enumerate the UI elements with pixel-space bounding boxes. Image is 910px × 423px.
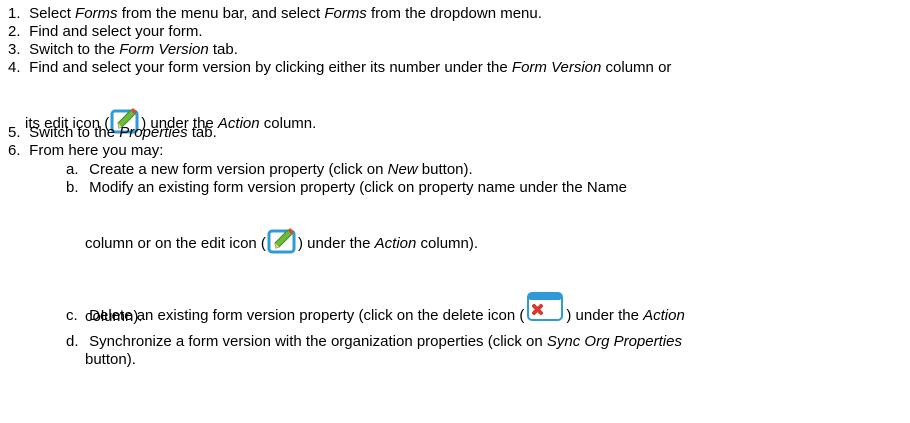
substep-d-continuation: button). bbox=[85, 351, 136, 368]
step-5: 5. Switch to the Properties tab. bbox=[8, 124, 217, 141]
step-2: 2. Find and select your form. bbox=[8, 23, 203, 40]
substep-letter: a. bbox=[66, 161, 79, 178]
substep-b-continuation: column or on the edit icon () under the … bbox=[85, 226, 478, 259]
substep-letter: d. bbox=[66, 333, 79, 350]
substep-d: d. Synchronize a form version with the o… bbox=[66, 333, 682, 350]
substep-c: c. Delete an existing form version prope… bbox=[66, 290, 685, 327]
substep-letter: b. bbox=[66, 179, 79, 196]
step-number: 2. bbox=[8, 23, 21, 40]
substep-c-continuation: column). bbox=[85, 308, 143, 325]
substep-letter: c. bbox=[66, 307, 78, 324]
step-3: 3. Switch to the Form Version tab. bbox=[8, 41, 238, 58]
delete-icon bbox=[525, 290, 565, 327]
step-number: 5. bbox=[8, 124, 21, 141]
step-1: 1. Select Forms from the menu bar, and s… bbox=[8, 5, 542, 22]
substep-b: b. Modify an existing form version prope… bbox=[66, 179, 627, 196]
step-6: 6. From here you may: bbox=[8, 142, 164, 159]
step-number: 4. bbox=[8, 59, 21, 76]
step-number: 1. bbox=[8, 5, 21, 22]
substep-a: a. Create a new form version property (c… bbox=[66, 161, 473, 178]
edit-icon bbox=[267, 226, 297, 259]
step-4: 4. Find and select your form version by … bbox=[8, 59, 672, 76]
step-number: 6. bbox=[8, 142, 21, 159]
step-number: 3. bbox=[8, 41, 21, 58]
